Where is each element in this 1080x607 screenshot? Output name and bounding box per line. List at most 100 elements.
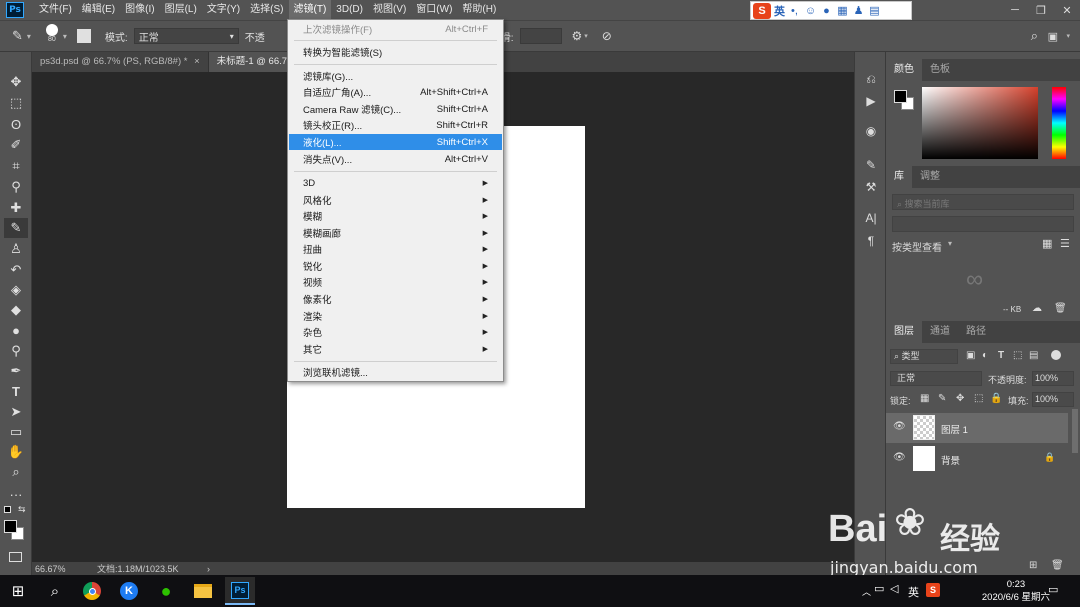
menu-item-render[interactable]: 渲染 ▶ [289,308,502,324]
menu-item-pixelate[interactable]: 像素化 ▶ [289,291,502,307]
library-select[interactable] [892,216,1074,232]
move-tool-icon[interactable]: ✥ [4,72,28,92]
lock-position-icon[interactable]: ✥ [956,393,964,404]
menu-file[interactable]: 文件(F) [34,0,77,20]
eye-icon[interactable]: 👁 [893,452,906,463]
rectangle-tool-icon[interactable]: ▭ [4,422,28,442]
menu-item-browse-online-filters[interactable]: 浏览联机滤镜... [289,364,502,380]
opacity-input[interactable]: 100% [1032,371,1074,386]
menu-item-convert-smart-filter[interactable]: 转换为智能滤镜(S) [289,44,502,60]
type-tool-icon[interactable]: T [4,381,28,401]
layers-scrollbar[interactable] [1072,409,1078,453]
menu-image[interactable]: 图像(I) [120,0,159,20]
menu-item-stylize[interactable]: 风格化 ▶ [289,192,502,208]
tab-adjustments[interactable]: 调整 [912,166,948,188]
layer-name[interactable]: 图层 1 [941,422,968,436]
menu-item-blur-gallery[interactable]: 模糊画廊 ▶ [289,225,502,241]
zoom-tool-icon[interactable]: ⌕ [4,462,28,482]
status-menu-arrow[interactable]: › [207,564,210,574]
lock-image-icon[interactable]: ✎ [938,393,946,404]
pen-tool-icon[interactable]: ✒ [4,361,28,381]
dodge-tool-icon[interactable]: ⚲ [4,341,28,361]
tray-expand-icon[interactable]: ︿ [862,585,871,598]
eyedropper-tool-icon[interactable]: ⚲ [4,177,28,197]
pressure-icon[interactable]: ⊘ [602,29,612,43]
mode-select[interactable]: 正常 ▾ [133,28,239,44]
menu-select[interactable]: 选择(S) [245,0,288,20]
cloud-sync-icon[interactable]: ☁ [1032,303,1042,314]
tab-ps3d[interactable]: ps3d.psd @ 66.7% (PS, RGB/8#) * × [32,52,209,72]
ime-language[interactable]: 英 [774,3,785,19]
filter-adjustment-icon[interactable]: ◐ [982,350,988,361]
file-explorer-icon[interactable] [188,577,218,605]
menu-item-lens-correction[interactable]: 镜头校正(R)... Shift+Ctrl+R [289,117,502,133]
history-brush-tool-icon[interactable]: ↶ [4,260,28,280]
menu-filter[interactable]: 滤镜(T) [288,0,332,20]
chrome-icon[interactable] [77,577,107,605]
menu-window[interactable]: 窗口(W) [411,0,457,20]
quick-select-tool-icon[interactable]: ✐ [4,135,28,155]
more-tools-icon[interactable]: ··· [4,484,28,504]
eye-icon[interactable]: 👁 [893,421,906,432]
emoji-icon[interactable]: ☺ [804,4,817,17]
tab-layers[interactable]: 图层 [886,321,922,343]
chevron-down-icon[interactable]: ▾ [63,32,67,41]
filter-toggle-icon[interactable] [1051,350,1061,360]
lock-all-icon[interactable]: 🔒 [990,393,1002,404]
menu-item-3d[interactable]: 3D ▶ [289,175,502,191]
punctuation-icon[interactable]: •, [788,4,801,17]
color-field[interactable] [922,87,1038,159]
lock-artboard-icon[interactable]: ⬚ [974,393,983,404]
menu-item-adaptive-wide-angle[interactable]: 自适应广角(A)... Alt+Shift+Ctrl+A [289,84,502,100]
sogou-logo-icon[interactable]: S [753,2,771,19]
library-search-input[interactable]: ⌕ 搜索当前库 [892,194,1074,210]
zoom-level[interactable]: 66.67% [35,564,93,574]
menu-item-distort[interactable]: 扭曲 ▶ [289,241,502,257]
clone-stamp-tool-icon[interactable]: ♙ [4,239,28,259]
close-icon[interactable]: ✕ [1054,0,1080,20]
swap-colors-icon[interactable]: ⇆ [18,504,26,515]
chevron-down-icon[interactable]: ▾ [27,32,31,41]
taskbar-ime[interactable]: 英 [908,584,919,600]
sogou-tray-icon[interactable]: S [926,583,940,597]
workspace-icon[interactable]: ▣ [1048,30,1058,43]
brush-tool-icon[interactable]: ✎ [4,218,28,238]
toolbox-icon[interactable]: ▤ [868,4,881,17]
layer-name[interactable]: 背景 [941,453,960,467]
quick-mask-icon[interactable] [9,552,22,562]
character-icon[interactable]: A| [861,209,881,227]
paragraph-icon[interactable]: ¶ [861,232,881,250]
chevron-down-icon[interactable]: ▾ [584,32,588,40]
history-icon[interactable]: ⎌ [861,70,881,88]
tab-libraries[interactable]: 库 [886,166,912,188]
brush-preset-picker[interactable]: 80 [43,23,61,49]
filter-smart-object-icon[interactable]: ▤ [1029,350,1038,361]
fg-color-chip[interactable] [894,90,907,103]
tab-paths[interactable]: 路径 [958,321,994,343]
tab-color[interactable]: 颜色 [886,59,922,81]
menu-view[interactable]: 视图(V) [368,0,411,20]
tab-untitled[interactable]: 未标题-1 @ 66.7 [208,52,297,72]
keyboard-icon[interactable]: ▦ [836,4,849,17]
blur-tool-icon[interactable]: ● [4,320,28,340]
menu-help[interactable]: 帮助(H) [457,0,501,20]
lasso-tool-icon[interactable]: ʘ [4,114,28,134]
grid-view-icon[interactable]: ▦ [1042,237,1052,250]
chevron-down-icon[interactable]: ▾ [948,239,952,248]
close-icon[interactable]: × [194,56,200,67]
menu-edit[interactable]: 编辑(E) [77,0,120,20]
gear-icon[interactable]: ⚙ [572,29,583,43]
network-icon[interactable]: ▭ [874,582,884,595]
play-actions-icon[interactable]: ▶ [861,92,881,110]
fill-input[interactable]: 100% [1032,392,1074,407]
tab-swatches[interactable]: 色板 [922,59,958,81]
hue-slider[interactable] [1052,87,1066,159]
menu-item-last-filter[interactable]: 上次滤镜操作(F) Alt+Ctrl+F [289,21,502,37]
foreground-color-swatch[interactable] [4,520,17,533]
filter-shape-icon[interactable]: ⬚ [1013,350,1022,361]
menu-item-filter-gallery[interactable]: 滤镜库(G)... [289,68,502,84]
healing-brush-tool-icon[interactable]: ✚ [4,198,28,218]
menu-item-liquify[interactable]: 液化(L)... Shift+Ctrl+X [289,134,502,150]
blend-mode-select[interactable]: 正常 [890,371,982,386]
default-colors-icon[interactable] [4,506,11,513]
